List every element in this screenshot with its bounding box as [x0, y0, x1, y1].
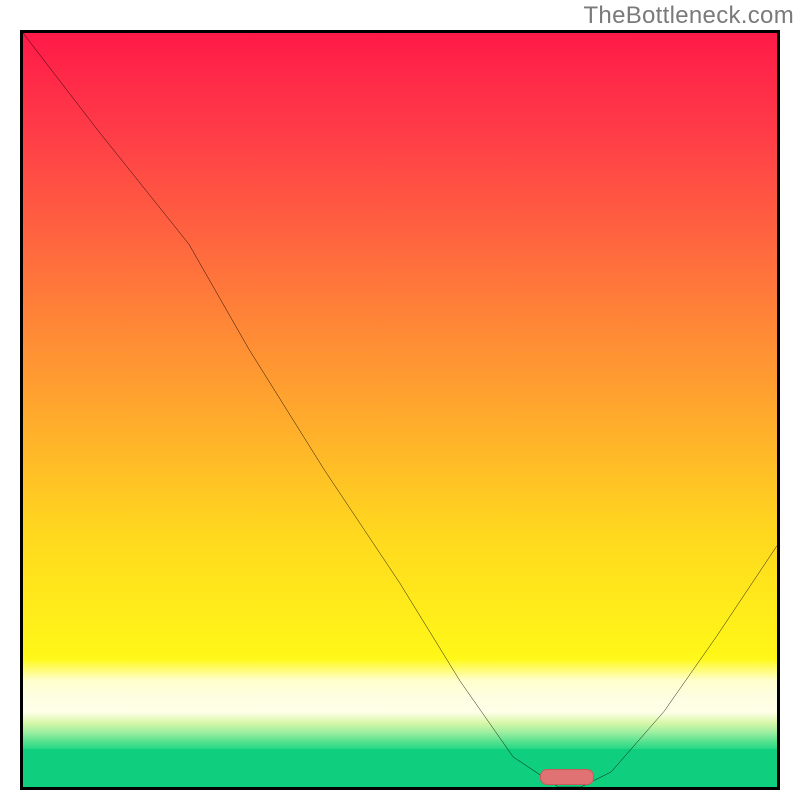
target-marker	[540, 769, 594, 785]
bottleneck-chart	[20, 30, 780, 790]
curve-path	[23, 33, 777, 787]
bottleneck-curve	[23, 33, 777, 787]
watermark: TheBottleneck.com	[583, 2, 794, 30]
